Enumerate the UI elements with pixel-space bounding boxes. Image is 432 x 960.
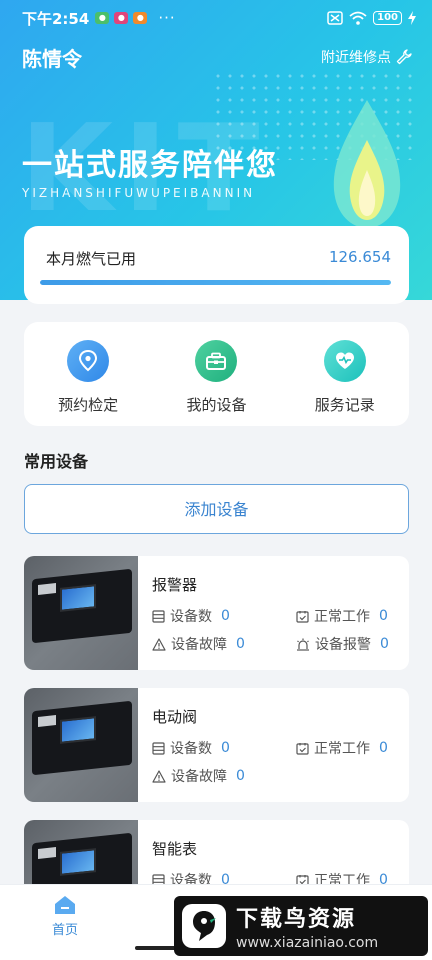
app-notification-icon: ● (133, 12, 148, 24)
hero-slogan-sub: YIZHANSHIFUWUPEIBANNIN (22, 186, 256, 200)
promo-banner: 下载鸟资源 www.xiazainiao.com (174, 896, 428, 956)
heart-icon (323, 340, 366, 382)
nearby-repair-button[interactable]: 附近维修点 (321, 47, 412, 67)
stat-label: 设备数 (170, 609, 212, 625)
stat-fault: 设备故障 0 (152, 766, 245, 786)
nav-home-tab[interactable]: 首页 (52, 895, 78, 938)
stat-normal: 正常工作 0 (296, 606, 388, 626)
usage-value: 126.654 (328, 248, 391, 266)
promo-title: 下载鸟资源 (236, 907, 357, 932)
stat-value: 0 (221, 740, 230, 756)
wifi-icon (349, 11, 367, 25)
stat-label: 正常工作 (314, 741, 370, 757)
gas-usage-card: 本月燃气已用 126.654 (24, 226, 409, 304)
stat-value: 0 (236, 768, 245, 784)
device-name: 智能表 (152, 840, 198, 858)
stat-normal: 正常工作 0 (296, 738, 388, 758)
stat-value: 0 (380, 636, 389, 652)
usage-label: 本月燃气已用 (46, 250, 137, 268)
calendar-check-icon (296, 610, 309, 623)
location-pin-icon (67, 340, 110, 382)
device-name: 电动阀 (152, 708, 198, 726)
status-bar: 下午2:54 ● ● ● ··· 100 (0, 0, 432, 36)
stat-label: 设备数 (170, 741, 212, 757)
warning-icon (152, 769, 166, 783)
quick-action-label: 预约检定 (58, 396, 119, 414)
charging-icon (408, 11, 416, 25)
nav-home-label: 首页 (52, 923, 79, 938)
mute-icon (327, 11, 343, 25)
toolbox-icon (195, 340, 238, 382)
stat-device-count: 设备数 0 (152, 606, 230, 626)
list-icon (152, 609, 165, 623)
siren-icon (297, 638, 309, 651)
stat-value: 0 (379, 740, 388, 756)
bird-logo-icon (182, 904, 226, 948)
stat-alarm: 设备报警 0 (296, 634, 389, 654)
status-more: ··· (158, 9, 176, 27)
stat-label: 设备故障 (171, 769, 227, 785)
usage-progress-fill (40, 280, 391, 285)
promo-url: www.xiazainiao.com (236, 935, 379, 951)
stat-value: 0 (221, 608, 230, 624)
device-image (24, 556, 138, 670)
usage-progress-bar (40, 280, 391, 285)
flame-icon (333, 100, 401, 228)
list-icon (152, 741, 165, 755)
stat-device-count: 设备数 0 (152, 738, 230, 758)
device-image (24, 688, 138, 802)
section-title: 常用设备 (24, 452, 89, 471)
device-name: 报警器 (152, 576, 198, 594)
app-notification-icon: ● (114, 12, 129, 24)
add-device-button[interactable]: 添加设备 (24, 484, 409, 534)
quick-action-service-records[interactable]: 服务记录 (290, 340, 400, 426)
nearby-repair-label: 附近维修点 (321, 50, 391, 66)
stat-label: 设备报警 (315, 637, 371, 653)
status-time: 下午2:54 (22, 9, 90, 28)
stat-label: 正常工作 (314, 609, 370, 625)
stat-value: 0 (379, 608, 388, 624)
warning-icon (152, 637, 166, 651)
wrench-icon (396, 49, 412, 65)
quick-action-label: 服务记录 (314, 396, 375, 414)
home-icon (55, 896, 75, 914)
stat-value: 0 (236, 636, 245, 652)
title-bar: 陈情令 附近维修点 (22, 42, 412, 72)
stat-fault: 设备故障 0 (152, 634, 245, 654)
battery-indicator: 100 (373, 11, 402, 25)
stat-label: 设备故障 (171, 637, 227, 653)
app-notification-icon: ● (95, 12, 110, 24)
device-card-valve[interactable]: 电动阀 设备数 0 正常工作 0 设备故障 0 (24, 688, 409, 802)
quick-action-label: 我的设备 (186, 396, 247, 414)
city-title[interactable]: 陈情令 (22, 43, 82, 72)
calendar-check-icon (296, 742, 309, 755)
quick-action-appointment[interactable]: 预约检定 (33, 340, 143, 426)
device-card-alarm[interactable]: 报警器 设备数 0 正常工作 0 设备故障 0 设备报警 0 (24, 556, 409, 670)
quick-action-my-devices[interactable]: 我的设备 (161, 340, 271, 426)
quick-actions: 预约检定 我的设备 服务记录 (24, 322, 409, 426)
hero-slogan: 一站式服务陪伴您 (22, 148, 278, 183)
